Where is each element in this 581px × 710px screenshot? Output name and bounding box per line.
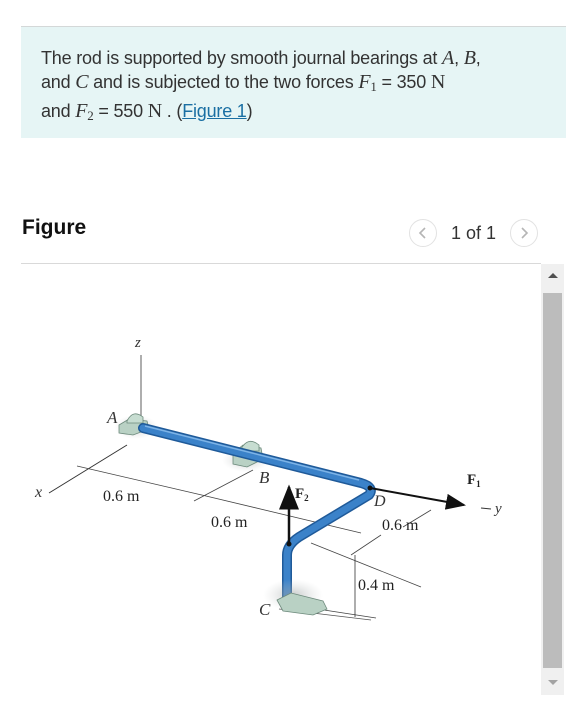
chevron-left-icon	[418, 227, 426, 239]
f1-unit: N	[430, 71, 446, 93]
point-a-symbol: A	[442, 47, 455, 69]
f2-letter: F	[295, 486, 304, 502]
dimension-d-corner-label: 0.6 m	[382, 517, 419, 534]
z-axis-label: z	[134, 335, 141, 351]
x-axis-line	[48, 444, 128, 494]
f2-letter: F	[75, 100, 88, 122]
scroll-up-arrow-icon[interactable]	[541, 264, 564, 288]
label-f1: F1	[467, 472, 481, 489]
problem-text: The rod is supported by smooth journal b…	[41, 46, 556, 128]
point-c-symbol: C	[75, 71, 89, 93]
y-axis-line	[480, 507, 492, 510]
f2-unit: N	[147, 100, 162, 122]
figure-diagram: z x A B C D F1 y F2 0.6 m 0.6 m 0.6 m 0.…	[21, 265, 541, 705]
rod-highlight	[144, 425, 360, 481]
problem-text-part: and is subjected to the two forces	[88, 72, 359, 92]
f2-symbol: F2	[75, 100, 94, 123]
next-figure-button[interactable]	[510, 219, 539, 247]
punctuation: . (	[161, 101, 183, 121]
point-b-symbol: B	[463, 47, 476, 69]
f2-subscript: 2	[304, 493, 309, 503]
label-b: B	[259, 468, 270, 487]
figure-link[interactable]: Figure 1	[182, 101, 247, 121]
f1-symbol: F1	[358, 71, 377, 94]
label-c: C	[259, 600, 271, 619]
dimension-vertical-label: 0.4 m	[358, 577, 395, 594]
x-axis-label: x	[34, 484, 42, 501]
f1-subscript: 1	[476, 479, 481, 489]
scroll-thumb[interactable]	[543, 293, 562, 668]
dimension-b-bend-label: 0.6 m	[211, 514, 248, 531]
figure-pager: 1 of 1	[409, 218, 539, 248]
dimension-line-ab	[76, 465, 207, 497]
problem-statement-box: The rod is supported by smooth journal b…	[21, 26, 566, 138]
extension-line-b	[193, 469, 254, 502]
problem-text-part: The rod is supported by smooth journal b…	[41, 48, 443, 68]
dimension-ab-label: 0.6 m	[103, 488, 140, 505]
f2-value: = 550	[93, 101, 148, 121]
f2-application-point	[286, 541, 292, 547]
punctuation: )	[246, 101, 253, 121]
dimension-line-d-corner	[350, 534, 382, 556]
figure-header-divider	[21, 263, 541, 264]
pager-text: 1 of 1	[451, 222, 497, 243]
chevron-right-icon	[521, 227, 529, 239]
f1-letter: F	[358, 71, 371, 93]
scroll-down-arrow-icon[interactable]	[541, 671, 564, 695]
figure-scrollbar[interactable]	[541, 264, 564, 695]
rod-diagram-svg: z x A B C D F1 y F2 0.6 m 0.6 m 0.6 m 0.…	[34, 335, 502, 621]
figure-title: Figure	[22, 216, 87, 239]
label-f2: F2	[295, 486, 309, 503]
problem-text-part: and	[41, 101, 76, 121]
punctuation: ,	[475, 48, 481, 68]
f1-value: = 350	[376, 72, 431, 92]
label-d: D	[373, 493, 386, 510]
prev-figure-button[interactable]	[409, 219, 437, 247]
problem-text-part: and	[41, 72, 76, 92]
f1-letter: F	[467, 472, 476, 488]
label-a: A	[106, 408, 118, 427]
y-axis-label: y	[493, 501, 502, 517]
punctuation: ,	[454, 48, 464, 68]
